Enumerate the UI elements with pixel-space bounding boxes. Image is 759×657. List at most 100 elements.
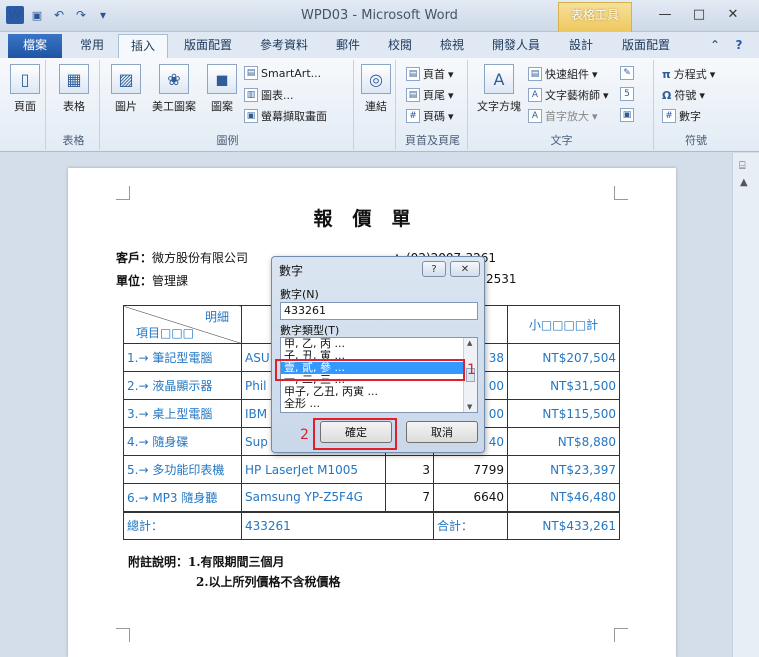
tab-mailings[interactable]: 郵件 (324, 34, 372, 58)
list-item[interactable]: 甲子, 乙丑, 丙寅 ... (281, 386, 477, 398)
cancel-button[interactable]: 取消 (406, 421, 478, 443)
tab-file[interactable]: 檔案 (8, 34, 62, 58)
smartart-label: SmartArt... (261, 66, 322, 80)
unit-value: 管理課 (152, 274, 189, 288)
chart-button[interactable]: ▥ 圖表... (244, 87, 294, 103)
price-cell[interactable]: 6640 (433, 483, 508, 512)
datetime-icon[interactable]: 5 (620, 87, 634, 101)
shapes-button[interactable]: ◼ 圖案 (204, 64, 240, 114)
total-label-cell[interactable]: 總計： (123, 511, 242, 540)
pages-label: 頁面 (14, 100, 36, 113)
quickparts-label: 快速組件 (545, 68, 589, 81)
dropcap-button[interactable]: A 首字放大 ▾ (528, 108, 598, 124)
tab-references[interactable]: 參考資料 (248, 34, 320, 58)
header-subtotal[interactable]: 小□□□□計 (507, 305, 620, 344)
quickparts-button[interactable]: ▤ 快速組件 ▾ (528, 66, 598, 82)
tab-insert[interactable]: 插入 (118, 34, 168, 58)
footer-label: 頁尾 (423, 89, 445, 102)
scroll-down-icon[interactable]: ▼ (467, 403, 472, 411)
scroll-up-icon[interactable]: ▲ (740, 177, 748, 188)
item-cell[interactable]: 1.→ 筆記型電腦 (123, 343, 242, 372)
number-field-label: 數字(N) (280, 288, 319, 301)
price-cell[interactable]: 7799 (433, 455, 508, 484)
dialog-close-button[interactable]: ✕ (450, 261, 480, 277)
annotation-number-2: 2 (300, 427, 309, 443)
screenshot-label: 螢幕擷取畫面 (261, 110, 327, 123)
pages-button[interactable]: ▯ 頁面 (8, 64, 42, 114)
margin-corner (116, 628, 130, 642)
tab-table-layout[interactable]: 版面配置 (610, 34, 682, 58)
textbox-button[interactable]: A 文字方塊 (474, 64, 524, 114)
minimize-button[interactable]: — (650, 4, 680, 24)
symbol-button[interactable]: Ω 符號 ▾ (662, 87, 705, 103)
shapes-label: 圖案 (211, 100, 233, 113)
signature-line-icon[interactable]: ✎ (620, 66, 634, 80)
qty-cell[interactable]: 7 (385, 483, 434, 512)
wordart-button[interactable]: A 文字藝術師 ▾ (528, 87, 609, 103)
diagonal-header-cell[interactable]: 明細 項目□□□ (123, 305, 242, 344)
tab-page-layout[interactable]: 版面配置 (172, 34, 244, 58)
customer-line: 客戶：微方股份有限公司 (116, 249, 248, 266)
subtotal-cell[interactable]: NT$46,480 (507, 483, 620, 512)
model-cell[interactable]: HP LaserJet M1005 (241, 455, 386, 484)
subtotal-cell[interactable]: NT$207,504 (507, 343, 620, 372)
group-symbols: π 方程式 ▾ Ω 符號 ▾ # 數字 符號 (656, 60, 736, 150)
number-input[interactable]: 433261 (280, 302, 478, 320)
footer-button[interactable]: ▤ 頁尾 ▾ (406, 87, 454, 103)
ribbon-minimize-icon[interactable]: ⌃ (706, 34, 724, 58)
dialog-title: 數字 (279, 264, 304, 278)
group-label-table: 表格 (62, 134, 85, 147)
header-button[interactable]: ▤ 頁首 ▾ (406, 66, 454, 82)
wordart-label: 文字藝術師 (545, 89, 600, 102)
close-button[interactable]: ✕ (718, 4, 748, 24)
item-cell[interactable]: 3.→ 桌上型電腦 (123, 399, 242, 428)
clipart-label: 美工圖案 (152, 100, 196, 113)
group-label-header-footer: 頁首及頁尾 (405, 134, 460, 147)
help-icon[interactable]: ? (728, 34, 750, 58)
chevron-down-icon: ▾ (448, 67, 454, 81)
list-item[interactable]: 甲, 乙, 丙 ... (281, 338, 477, 350)
sum-label-cell[interactable]: 合計： (433, 511, 508, 540)
smartart-button[interactable]: ▤ SmartArt... (244, 66, 321, 80)
tab-review[interactable]: 校閱 (376, 34, 424, 58)
screenshot-button[interactable]: ▣ 螢幕擷取畫面 (244, 108, 327, 124)
sum-value-cell[interactable]: NT$433,261 (507, 511, 620, 540)
group-label-illustrations: 圖例 (216, 134, 239, 147)
subtotal-cell[interactable]: NT$115,500 (507, 399, 620, 428)
subtotal-cell[interactable]: NT$8,880 (507, 427, 620, 456)
object-icon[interactable]: ▣ (620, 108, 634, 122)
dialog-help-button[interactable]: ? (422, 261, 446, 277)
note-2: 2.以上所列價格不含稅價格 (196, 575, 341, 589)
links-button[interactable]: ◎ 連結 (360, 64, 392, 114)
total-value-cell[interactable]: 433261 (241, 511, 434, 540)
page-number-button[interactable]: # 頁碼 ▾ (406, 108, 454, 124)
tab-home[interactable]: 常用 (68, 34, 116, 58)
vertical-scrollbar[interactable]: ⌸ ▲ (732, 153, 759, 657)
annotation-number-1: 1 (467, 362, 476, 378)
tab-developer[interactable]: 開發人員 (480, 34, 552, 58)
subtotal-cell[interactable]: NT$31,500 (507, 371, 620, 400)
ruler-toggle-icon[interactable]: ⌸ (739, 159, 746, 173)
table-button[interactable]: ▦ 表格 (56, 64, 92, 114)
table-tools-context-label: 表格工具 (558, 2, 632, 32)
subtotal-cell[interactable]: NT$23,397 (507, 455, 620, 484)
item-cell[interactable]: 6.→ MP3 隨身聽 (123, 483, 242, 512)
number-icon: # (662, 109, 676, 123)
equation-button[interactable]: π 方程式 ▾ (662, 66, 715, 82)
maximize-button[interactable]: □ (684, 4, 714, 24)
item-cell[interactable]: 4.→ 隨身碟 (123, 427, 242, 456)
picture-button[interactable]: ▨ 圖片 (108, 64, 144, 114)
scroll-up-icon[interactable]: ▲ (467, 339, 472, 347)
tab-design[interactable]: 設計 (556, 34, 606, 58)
tab-view[interactable]: 檢視 (428, 34, 476, 58)
picture-label: 圖片 (115, 100, 137, 113)
clipart-button[interactable]: ❀ 美工圖案 (148, 64, 200, 114)
item-cell[interactable]: 5.→ 多功能印表機 (123, 455, 242, 484)
margin-corner (116, 186, 130, 200)
item-cell[interactable]: 2.→ 液晶顯示器 (123, 371, 242, 400)
model-cell[interactable]: Samsung YP-Z5F4G (241, 483, 386, 512)
list-item[interactable]: 全形 ... (281, 398, 477, 410)
wordart-icon: A (528, 88, 542, 102)
qty-cell[interactable]: 3 (385, 455, 434, 484)
number-button[interactable]: # 數字 (662, 108, 701, 124)
